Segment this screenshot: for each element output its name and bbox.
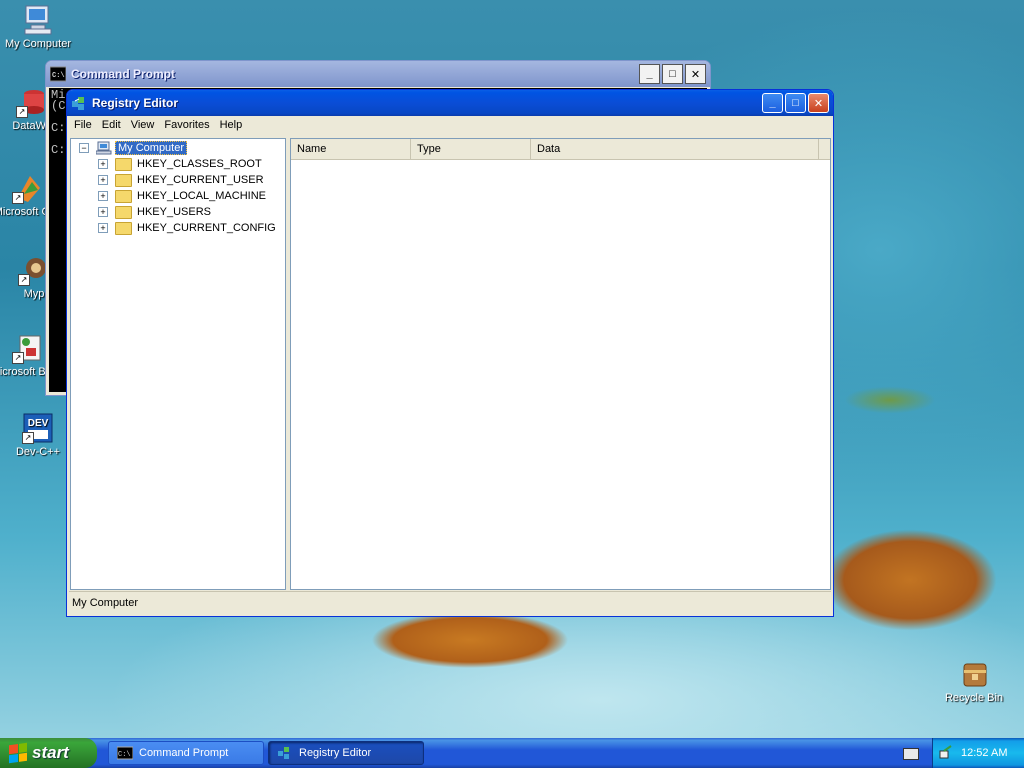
desktop-icon-recycle-bin[interactable]: Recycle Bin	[936, 658, 1012, 704]
shortcut-arrow-icon: ↗	[16, 106, 28, 118]
tree-node[interactable]: + HKEY_USERS	[98, 204, 211, 220]
tree-node-label: HKEY_CURRENT_CONFIG	[137, 222, 276, 234]
close-button[interactable]: ✕	[685, 64, 706, 84]
regedit-icon	[72, 97, 84, 110]
svg-text:C:\: C:\	[52, 72, 65, 80]
tree-node[interactable]: + HKEY_CURRENT_CONFIG	[98, 220, 276, 236]
registry-editor-window[interactable]: Registry Editor _ □ ✕ File Edit View Fav…	[66, 89, 834, 617]
column-header-name[interactable]: Name	[291, 139, 411, 159]
recycle-bin-icon	[958, 658, 990, 690]
windows-logo-icon	[9, 742, 27, 764]
cmd-icon: C:\	[117, 746, 133, 760]
menu-help[interactable]: Help	[215, 119, 248, 131]
clock[interactable]: 12:52 AM	[961, 747, 1007, 759]
list-header: Name Type Data	[291, 139, 830, 160]
tree-root-label: My Computer	[115, 141, 188, 155]
values-list-pane[interactable]: Name Type Data	[290, 138, 831, 590]
close-button[interactable]: ✕	[808, 93, 829, 113]
start-label: start	[32, 743, 69, 762]
task-label: Command Prompt	[139, 747, 229, 759]
folder-icon	[115, 173, 132, 187]
maximize-button[interactable]: □	[662, 64, 683, 84]
dev-cpp-icon: DEV ↗	[22, 412, 54, 444]
collapse-icon[interactable]: −	[79, 143, 89, 153]
tree-node-label: HKEY_CLASSES_ROOT	[137, 158, 262, 170]
task-label: Registry Editor	[299, 747, 372, 759]
menu-favorites[interactable]: Favorites	[159, 119, 214, 131]
column-header-data[interactable]: Data	[531, 139, 819, 159]
expand-icon[interactable]: +	[98, 223, 108, 233]
expand-icon[interactable]: +	[98, 207, 108, 217]
regedit-icon	[278, 747, 289, 759]
minimize-button[interactable]: _	[639, 64, 660, 84]
regedit-title: Registry Editor	[92, 96, 179, 110]
tree-node-label: HKEY_CURRENT_USER	[137, 174, 264, 186]
taskbar: start C:\ Command Prompt Registry Editor…	[0, 738, 1024, 768]
tree-node-label: HKEY_USERS	[137, 206, 211, 218]
tree-node[interactable]: + HKEY_LOCAL_MACHINE	[98, 188, 266, 204]
shortcut-arrow-icon: ↗	[12, 352, 24, 364]
menu-view[interactable]: View	[126, 119, 160, 131]
cmd-titlebar[interactable]: C:\ Command Prompt _ □ ✕	[46, 61, 710, 87]
svg-text:DEV: DEV	[28, 418, 49, 429]
shortcut-arrow-icon: ↗	[12, 192, 24, 204]
menu-bar: File Edit View Favorites Help	[67, 116, 833, 134]
start-button[interactable]: start	[0, 738, 97, 768]
desktop-icon-label: My Computer	[4, 38, 72, 50]
computer-icon	[96, 141, 112, 155]
keyboard-icon[interactable]	[903, 748, 919, 760]
visual-basic-icon: ↗	[12, 332, 44, 364]
svg-text:C:\: C:\	[118, 751, 131, 759]
desktop-icon-label: Recycle Bin	[944, 692, 1004, 704]
taskbar-button-command-prompt[interactable]: C:\ Command Prompt	[108, 741, 264, 765]
network-icon[interactable]	[939, 745, 955, 761]
desktop-icon-label: Dev-C++	[15, 446, 61, 458]
tree-node[interactable]: + HKEY_CURRENT_USER	[98, 172, 264, 188]
folder-icon	[115, 205, 132, 219]
my-computer-icon	[22, 4, 54, 36]
status-bar: My Computer	[69, 591, 831, 614]
taskbar-button-registry-editor[interactable]: Registry Editor	[268, 741, 424, 765]
maximize-button[interactable]: □	[785, 93, 806, 113]
shortcut-arrow-icon: ↗	[22, 432, 34, 444]
status-text: My Computer	[72, 597, 139, 609]
cmd-icon: C:\	[50, 66, 66, 82]
menu-file[interactable]: File	[69, 119, 97, 131]
cmd-title: Command Prompt	[71, 67, 176, 81]
tree-node[interactable]: + HKEY_CLASSES_ROOT	[98, 156, 262, 172]
database-icon: ↗	[16, 86, 48, 118]
expand-icon[interactable]: +	[98, 159, 108, 169]
tree-root[interactable]: − My Computer	[79, 140, 188, 156]
regedit-titlebar[interactable]: Registry Editor _ □ ✕	[67, 90, 833, 116]
folder-icon	[115, 157, 132, 171]
system-tray: 12:52 AM	[932, 738, 1024, 768]
expand-icon[interactable]: +	[98, 191, 108, 201]
folder-icon	[115, 221, 132, 235]
visual-cpp-icon: ↗	[12, 172, 44, 204]
tree-pane[interactable]: − My Computer + HKEY_CLASSES_ROOT + HKEY…	[70, 138, 286, 590]
menu-edit[interactable]: Edit	[97, 119, 126, 131]
expand-icon[interactable]: +	[98, 175, 108, 185]
desktop-icon-my-computer[interactable]: My Computer	[0, 4, 76, 50]
column-header-type[interactable]: Type	[411, 139, 531, 159]
tree-node-label: HKEY_LOCAL_MACHINE	[137, 190, 266, 202]
desktop-icon-dev-cpp[interactable]: DEV ↗ Dev-C++	[0, 412, 76, 458]
folder-icon	[115, 189, 132, 203]
minimize-button[interactable]: _	[762, 93, 783, 113]
shortcut-arrow-icon: ↗	[18, 274, 30, 286]
